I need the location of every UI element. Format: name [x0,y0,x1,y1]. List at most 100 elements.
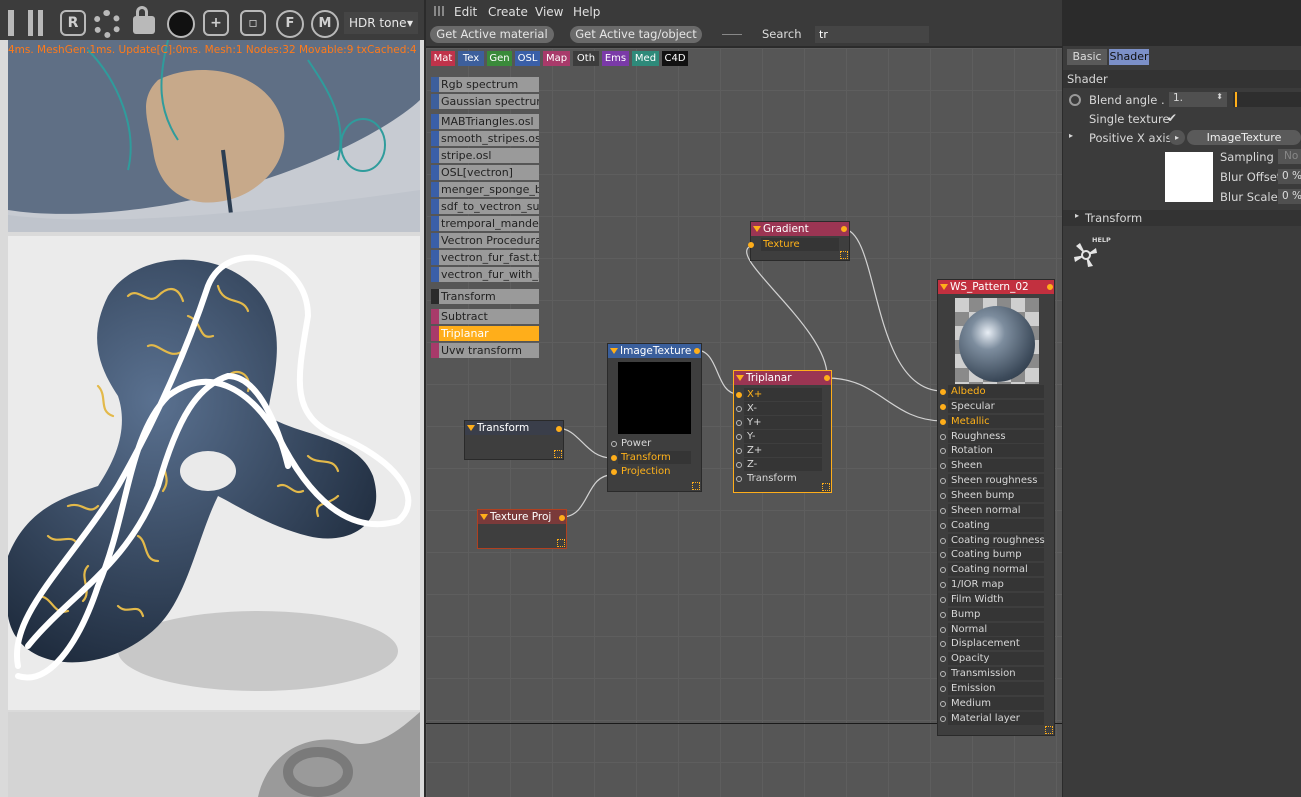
menu-help[interactable]: Help [573,5,600,19]
library-item[interactable]: Gaussian spectrum [431,94,539,109]
node-material-title[interactable]: WS_Pattern_02 [938,280,1054,294]
resize-handle[interactable] [557,539,565,547]
input-socket[interactable] [736,448,742,454]
input-socket[interactable] [611,455,617,461]
library-item[interactable]: MABTriangles.osl [431,114,539,129]
node-texture-projection[interactable]: Texture Proj [477,509,567,549]
settings-gear-icon[interactable] [93,10,121,38]
render-viewport[interactable]: R + ▫ F M HDR tone ▾ 4ms. MeshGen:1ms. U… [0,0,424,797]
library-item[interactable]: Subtract [431,309,539,324]
input-socket[interactable] [611,469,617,475]
resize-handle[interactable] [822,483,830,491]
resize-handle[interactable] [1045,726,1053,734]
node-gradient-title[interactable]: Gradient [751,222,849,236]
blur-scale-input[interactable]: 0 % [1278,189,1301,204]
library-item[interactable]: Rgb spectrum [431,77,539,92]
input-socket[interactable] [940,567,946,574]
node-transform-title[interactable]: Transform [465,421,563,435]
library-item[interactable]: vectron_fur_fast.txt [431,250,539,265]
input-socket[interactable] [748,242,754,248]
single-texture-checkbox[interactable]: ✔ [1167,111,1177,125]
get-active-tag-button[interactable]: Get Active tag/object [570,26,702,43]
focus-picker-icon[interactable]: F [276,10,304,38]
input-socket[interactable] [940,626,946,633]
category-tab-c4d[interactable]: C4D [662,51,688,66]
menu-create[interactable]: Create [488,5,528,19]
input-socket[interactable] [940,433,946,440]
input-socket[interactable] [940,492,946,499]
input-socket[interactable] [940,715,946,722]
library-item[interactable]: sdf_to_vectron_surfa [431,199,539,214]
lock-icon[interactable] [133,6,155,34]
blend-angle-slider[interactable] [1233,92,1301,107]
hdr-tone-select[interactable]: HDR tone ▾ [344,12,418,34]
resize-handle[interactable] [692,482,700,490]
input-socket[interactable] [940,700,946,707]
input-socket[interactable] [940,448,946,455]
input-socket[interactable] [940,507,946,514]
sampling-select[interactable]: No [1278,149,1301,164]
category-tab-ems[interactable]: Ems [602,51,629,66]
input-socket[interactable] [736,476,742,482]
tab-shader[interactable]: Shader [1109,49,1149,65]
animation-radio-icon[interactable] [1069,94,1081,106]
input-socket[interactable] [940,656,946,663]
node-image-texture-title[interactable]: ImageTexture [608,344,701,358]
link-arrow-icon[interactable]: ▸ [1169,130,1185,145]
library-item[interactable]: Uvw transform [431,343,539,358]
library-item[interactable]: menger_sponge_bo [431,182,539,197]
help-icon[interactable]: HELP [1071,236,1111,272]
grip-icon[interactable] [434,6,444,16]
input-socket[interactable] [736,420,742,426]
node-triplanar[interactable]: Triplanar X+ X- Y+ Y- Z+ Z- Transform [733,370,832,493]
output-socket[interactable] [694,348,700,354]
output-socket[interactable] [556,426,562,432]
input-socket[interactable] [940,463,946,470]
region-icon[interactable]: ▫ [240,10,266,36]
stepper-icon[interactable]: ⬍ [1216,92,1223,101]
library-item[interactable]: OSL[vectron] [431,165,539,180]
positive-x-axis-shader-button[interactable]: ImageTexture [1187,130,1301,145]
expand-arrow-icon[interactable]: ▸ [1069,131,1073,140]
category-tab-oth[interactable]: Oth [573,51,599,66]
input-socket[interactable] [736,462,742,468]
node-texture-projection-title[interactable]: Texture Proj [478,510,566,524]
library-item[interactable]: smooth_stripes.osl [431,131,539,146]
input-socket[interactable] [940,522,946,529]
menu-view[interactable]: View [535,5,563,19]
input-socket[interactable] [611,441,617,447]
resize-handle[interactable] [554,450,562,458]
blur-offset-input[interactable]: 0 % [1278,169,1301,184]
pause-icon[interactable] [28,10,48,36]
library-item[interactable]: Triplanar [431,326,539,341]
category-tab-med[interactable]: Med [632,51,659,66]
category-tab-tex[interactable]: Tex [458,51,484,66]
input-socket[interactable] [940,418,946,425]
input-socket[interactable] [940,611,946,618]
node-material-ws-pattern-02[interactable]: WS_Pattern_02 Albedo Specular Metallic Roug… [937,279,1055,736]
input-socket[interactable] [940,389,946,395]
library-item[interactable]: Vectron Procedural [431,233,539,248]
node-transform[interactable]: Transform [464,420,564,460]
category-tab-map[interactable]: Map [543,51,570,66]
node-triplanar-title[interactable]: Triplanar [734,371,831,385]
material-ball-icon[interactable] [167,10,195,38]
library-item[interactable]: Transform [431,289,539,304]
output-socket[interactable] [1047,284,1053,290]
input-socket[interactable] [940,671,946,678]
node-gradient[interactable]: Gradient Texture [748,221,850,261]
input-socket[interactable] [940,596,946,603]
blend-angle-input[interactable]: 1. ⬍ [1169,92,1227,107]
search-input[interactable] [815,26,929,43]
category-tab-mat[interactable]: Mat [431,51,455,66]
input-socket[interactable] [736,406,742,412]
input-socket[interactable] [940,552,946,559]
input-socket[interactable] [940,582,946,589]
material-picker-icon[interactable]: M [311,10,339,38]
category-tab-osl[interactable]: OSL [515,51,540,66]
input-socket[interactable] [940,478,946,485]
output-socket[interactable] [824,375,830,381]
add-region-icon[interactable]: + [203,10,229,36]
input-socket[interactable] [940,537,946,544]
input-socket[interactable] [940,403,946,410]
